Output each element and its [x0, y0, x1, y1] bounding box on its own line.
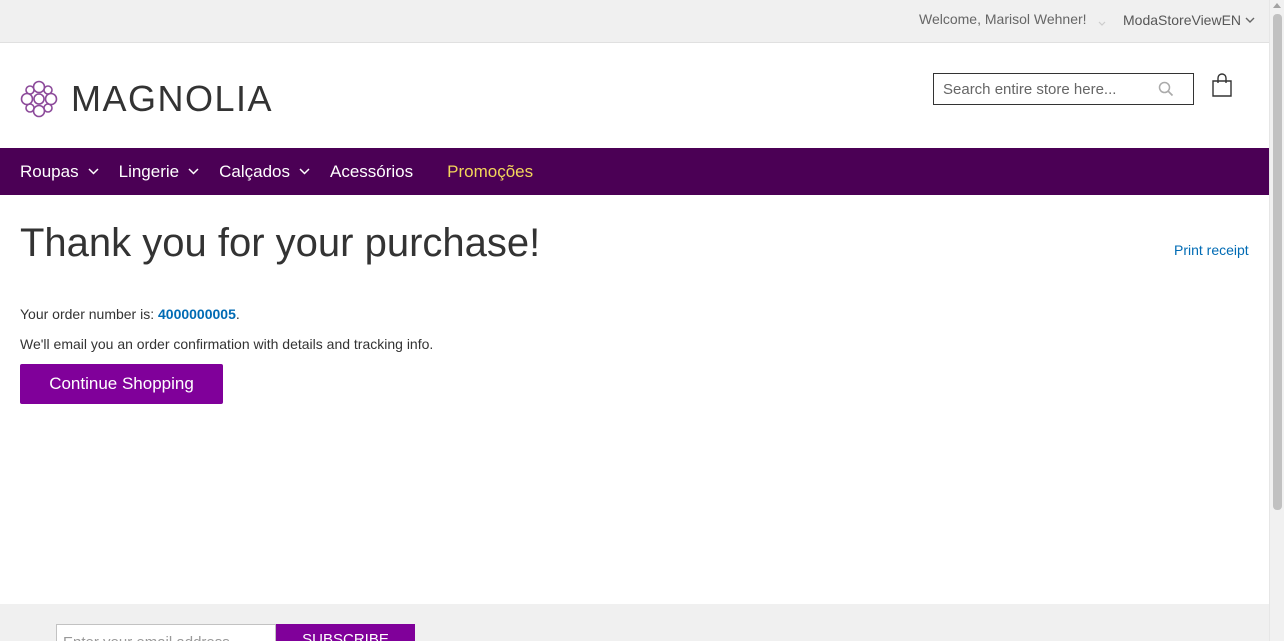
top-panel: Welcome, Marisol Wehner! ModaStoreViewEN: [0, 0, 1269, 43]
nav-item-calcados[interactable]: Calçados: [219, 148, 310, 195]
search-box: [933, 73, 1194, 105]
order-number-prefix: Your order number is:: [20, 306, 158, 322]
scrollbar[interactable]: [1269, 0, 1284, 641]
subscribe-button[interactable]: SUBSCRIBE: [276, 624, 415, 641]
nav-item-label: Promoções: [447, 161, 534, 181]
nav-item-lingerie[interactable]: Lingerie: [119, 148, 200, 195]
search-input[interactable]: [934, 74, 1149, 104]
header: MAGNOLIA: [0, 43, 1269, 148]
main-content: Thank you for your purchase! Print recei…: [0, 195, 1269, 604]
footer: SUBSCRIBE: [0, 604, 1269, 641]
store-switcher-label: ModaStoreViewEN: [1123, 12, 1242, 28]
magnolia-logo-icon: [20, 80, 58, 118]
main-nav: Roupas Lingerie Calçados Acessórios Prom…: [0, 148, 1269, 195]
newsletter-email-input[interactable]: [56, 624, 276, 641]
nav-item-label: Lingerie: [118, 161, 180, 181]
continue-shopping-button[interactable]: Continue Shopping: [20, 364, 223, 404]
order-number-suffix: .: [235, 306, 240, 322]
chevron-down-icon: [88, 168, 99, 175]
chevron-down-icon[interactable]: [1098, 14, 1106, 32]
nav-item-label: Roupas: [20, 161, 79, 181]
scroll-up-arrow-icon[interactable]: [1273, 3, 1281, 8]
chevron-down-icon: [188, 168, 199, 175]
search-icon[interactable]: [1158, 81, 1174, 102]
logo[interactable]: MAGNOLIA: [19, 78, 273, 120]
nav-item-acessorios[interactable]: Acessórios: [330, 148, 413, 195]
cart-icon[interactable]: [1211, 73, 1233, 103]
welcome-message: Welcome, Marisol Wehner!: [919, 11, 1087, 27]
email-confirmation-message: We'll email you an order confirmation wi…: [20, 336, 434, 352]
logo-text: MAGNOLIA: [71, 78, 274, 119]
chevron-down-icon: [1245, 17, 1255, 23]
page-title: Thank you for your purchase!: [20, 221, 541, 265]
nav-item-label: Acessórios: [329, 161, 414, 181]
nav-item-label: Calçados: [219, 161, 290, 181]
chevron-down-icon: [299, 168, 310, 175]
print-receipt-link[interactable]: Print receipt: [1174, 242, 1249, 258]
nav-item-promocoes[interactable]: Promoções: [447, 148, 533, 195]
scroll-thumb[interactable]: [1273, 14, 1282, 510]
order-number-link[interactable]: 4000000005: [158, 306, 236, 322]
nav-item-roupas[interactable]: Roupas: [20, 148, 99, 195]
page: Welcome, Marisol Wehner! ModaStoreViewEN: [0, 0, 1269, 641]
store-switcher[interactable]: ModaStoreViewEN: [1123, 12, 1255, 28]
order-number-line: Your order number is: 4000000005.: [20, 306, 240, 322]
